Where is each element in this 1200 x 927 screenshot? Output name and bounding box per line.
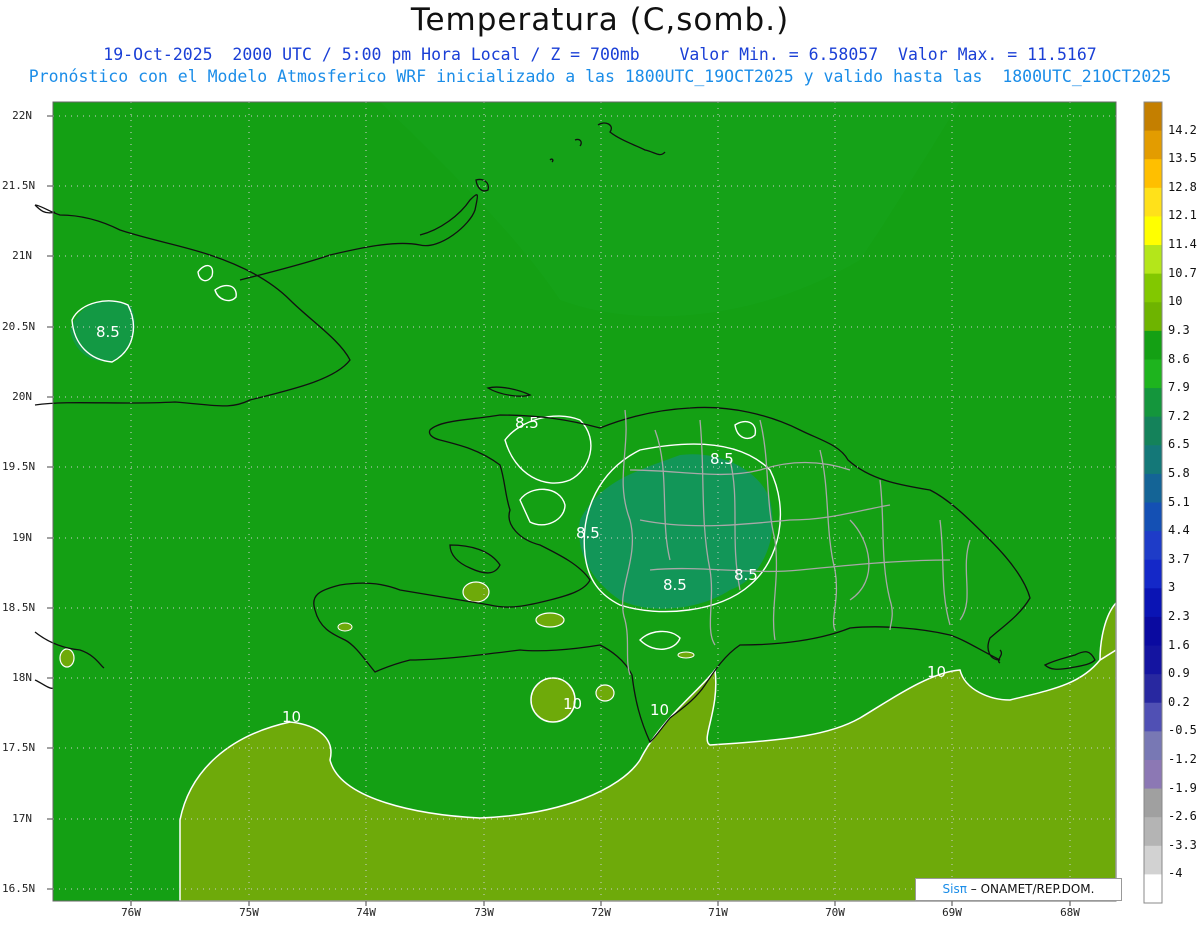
colorbar-swatch [1144, 130, 1162, 160]
credit-box: Sisπ – ONAMET/REP.DOM. [915, 878, 1122, 901]
colorbar-swatch [1144, 731, 1162, 761]
colorbar-label: -0.5 [1168, 723, 1197, 738]
colorbar-label: 13.5 [1168, 151, 1197, 166]
colorbar-label: 10.7 [1168, 265, 1197, 280]
colorbar-label: -1.9 [1168, 780, 1197, 795]
colorbar-swatch [1144, 302, 1162, 332]
credit-text: – ONAMET/REP.DOM. [966, 882, 1095, 896]
lon-label: 74W [356, 906, 376, 919]
lon-label: 72W [591, 906, 611, 919]
lon-label: 73W [474, 906, 494, 919]
colorbar-swatch [1144, 788, 1162, 818]
colorbar [1144, 102, 1162, 904]
lat-label: 20N [12, 390, 32, 403]
warm-patch [595, 684, 615, 702]
contour-label: 10 [563, 695, 583, 713]
colorbar-label: 2.3 [1168, 608, 1190, 623]
contour-label: 10 [650, 701, 670, 719]
colorbar-label: 3 [1168, 580, 1176, 595]
lon-label: 71W [708, 906, 728, 919]
colorbar-swatch [1144, 645, 1162, 675]
temperature-map [34, 101, 1163, 906]
warm-patch [337, 622, 353, 632]
colorbar-label: 3.7 [1168, 551, 1190, 566]
colorbar-label: 7.2 [1168, 408, 1190, 423]
colorbar-label: 0.2 [1168, 694, 1190, 709]
colorbar-swatch [1144, 187, 1162, 217]
colorbar-swatch [1144, 845, 1162, 875]
colorbar-swatch [1144, 702, 1162, 732]
colorbar-swatch [1144, 359, 1162, 389]
lon-label: 75W [239, 906, 259, 919]
colorbar-swatch [1144, 388, 1162, 418]
colorbar-swatch [1144, 588, 1162, 618]
lon-label: 70W [825, 906, 845, 919]
lat-label: 17.5N [2, 741, 36, 754]
colorbar-label: 11.4 [1168, 237, 1197, 251]
colorbar-label: -1.2 [1168, 752, 1197, 766]
colorbar-label: 6.5 [1168, 437, 1190, 452]
warm-patch [535, 612, 565, 628]
colorbar-swatch [1144, 416, 1162, 446]
colorbar-swatch [1144, 759, 1162, 790]
contour-label: 10 [282, 708, 302, 726]
lat-label: 16.5N [2, 882, 36, 895]
colorbar-swatch [1144, 674, 1162, 704]
colorbar-label: 7.9 [1168, 380, 1190, 395]
warm-patch [59, 648, 75, 668]
colorbar-swatch [1144, 616, 1162, 647]
lat-label: 18.5N [2, 601, 36, 614]
colorbar-label: 0.9 [1168, 666, 1190, 681]
colorbar-label: 5.8 [1168, 465, 1190, 480]
colorbar-label: 1.6 [1168, 637, 1190, 652]
lat-label: 20.5N [2, 320, 36, 333]
lat-label: 21N [12, 249, 32, 262]
colorbar-label: 9.3 [1168, 322, 1190, 337]
contour-label: 10 [927, 663, 947, 681]
colorbar-label: 14.2 [1168, 122, 1197, 137]
colorbar-swatch [1144, 102, 1162, 132]
colorbar-label: -4 [1168, 866, 1183, 881]
colorbar-label: 10 [1168, 294, 1183, 309]
colorbar-swatch [1144, 159, 1162, 189]
credit-brand: Sisπ [942, 882, 967, 896]
contour-label: 8.5 [734, 566, 758, 584]
lon-label: 68W [1060, 906, 1080, 919]
colorbar-label: 5.1 [1168, 494, 1190, 509]
colorbar-swatch [1144, 273, 1162, 303]
colorbar-swatch [1144, 216, 1162, 246]
colorbar-swatch [1144, 531, 1162, 561]
lat-label: 19N [12, 531, 32, 544]
contour-label: 8.5 [663, 576, 687, 594]
contour-label: 8.5 [710, 450, 734, 468]
lat-label: 21.5N [2, 179, 36, 192]
colorbar-label: 12.8 [1168, 179, 1197, 194]
contour-label: 8.5 [576, 524, 600, 542]
lat-label: 19.5N [2, 460, 36, 473]
colorbar-swatch [1144, 245, 1162, 275]
colorbar-swatch [1144, 874, 1162, 904]
warm-patch [677, 651, 695, 659]
lat-label: 18N [12, 671, 32, 684]
warm-patch [462, 581, 490, 603]
colorbar-label: -3.3 [1168, 837, 1197, 852]
colorbar-label: 12.1 [1168, 208, 1197, 223]
colorbar-label: 4.4 [1168, 523, 1190, 538]
colorbar-swatch [1144, 502, 1162, 532]
colorbar-swatch [1144, 330, 1162, 360]
colorbar-swatch [1144, 473, 1162, 503]
colorbar-label: 8.6 [1168, 351, 1190, 366]
colorbar-label: -2.6 [1168, 809, 1197, 824]
lon-label: 69W [942, 906, 962, 919]
contour-label: 8.5 [515, 414, 539, 432]
lat-label: 17N [12, 812, 32, 825]
colorbar-swatch [1144, 817, 1162, 847]
contour-label: 8.5 [96, 323, 120, 341]
colorbar-swatch [1144, 445, 1162, 475]
lon-label: 76W [121, 906, 141, 919]
colorbar-swatch [1144, 559, 1162, 589]
lat-label: 22N [12, 109, 32, 122]
